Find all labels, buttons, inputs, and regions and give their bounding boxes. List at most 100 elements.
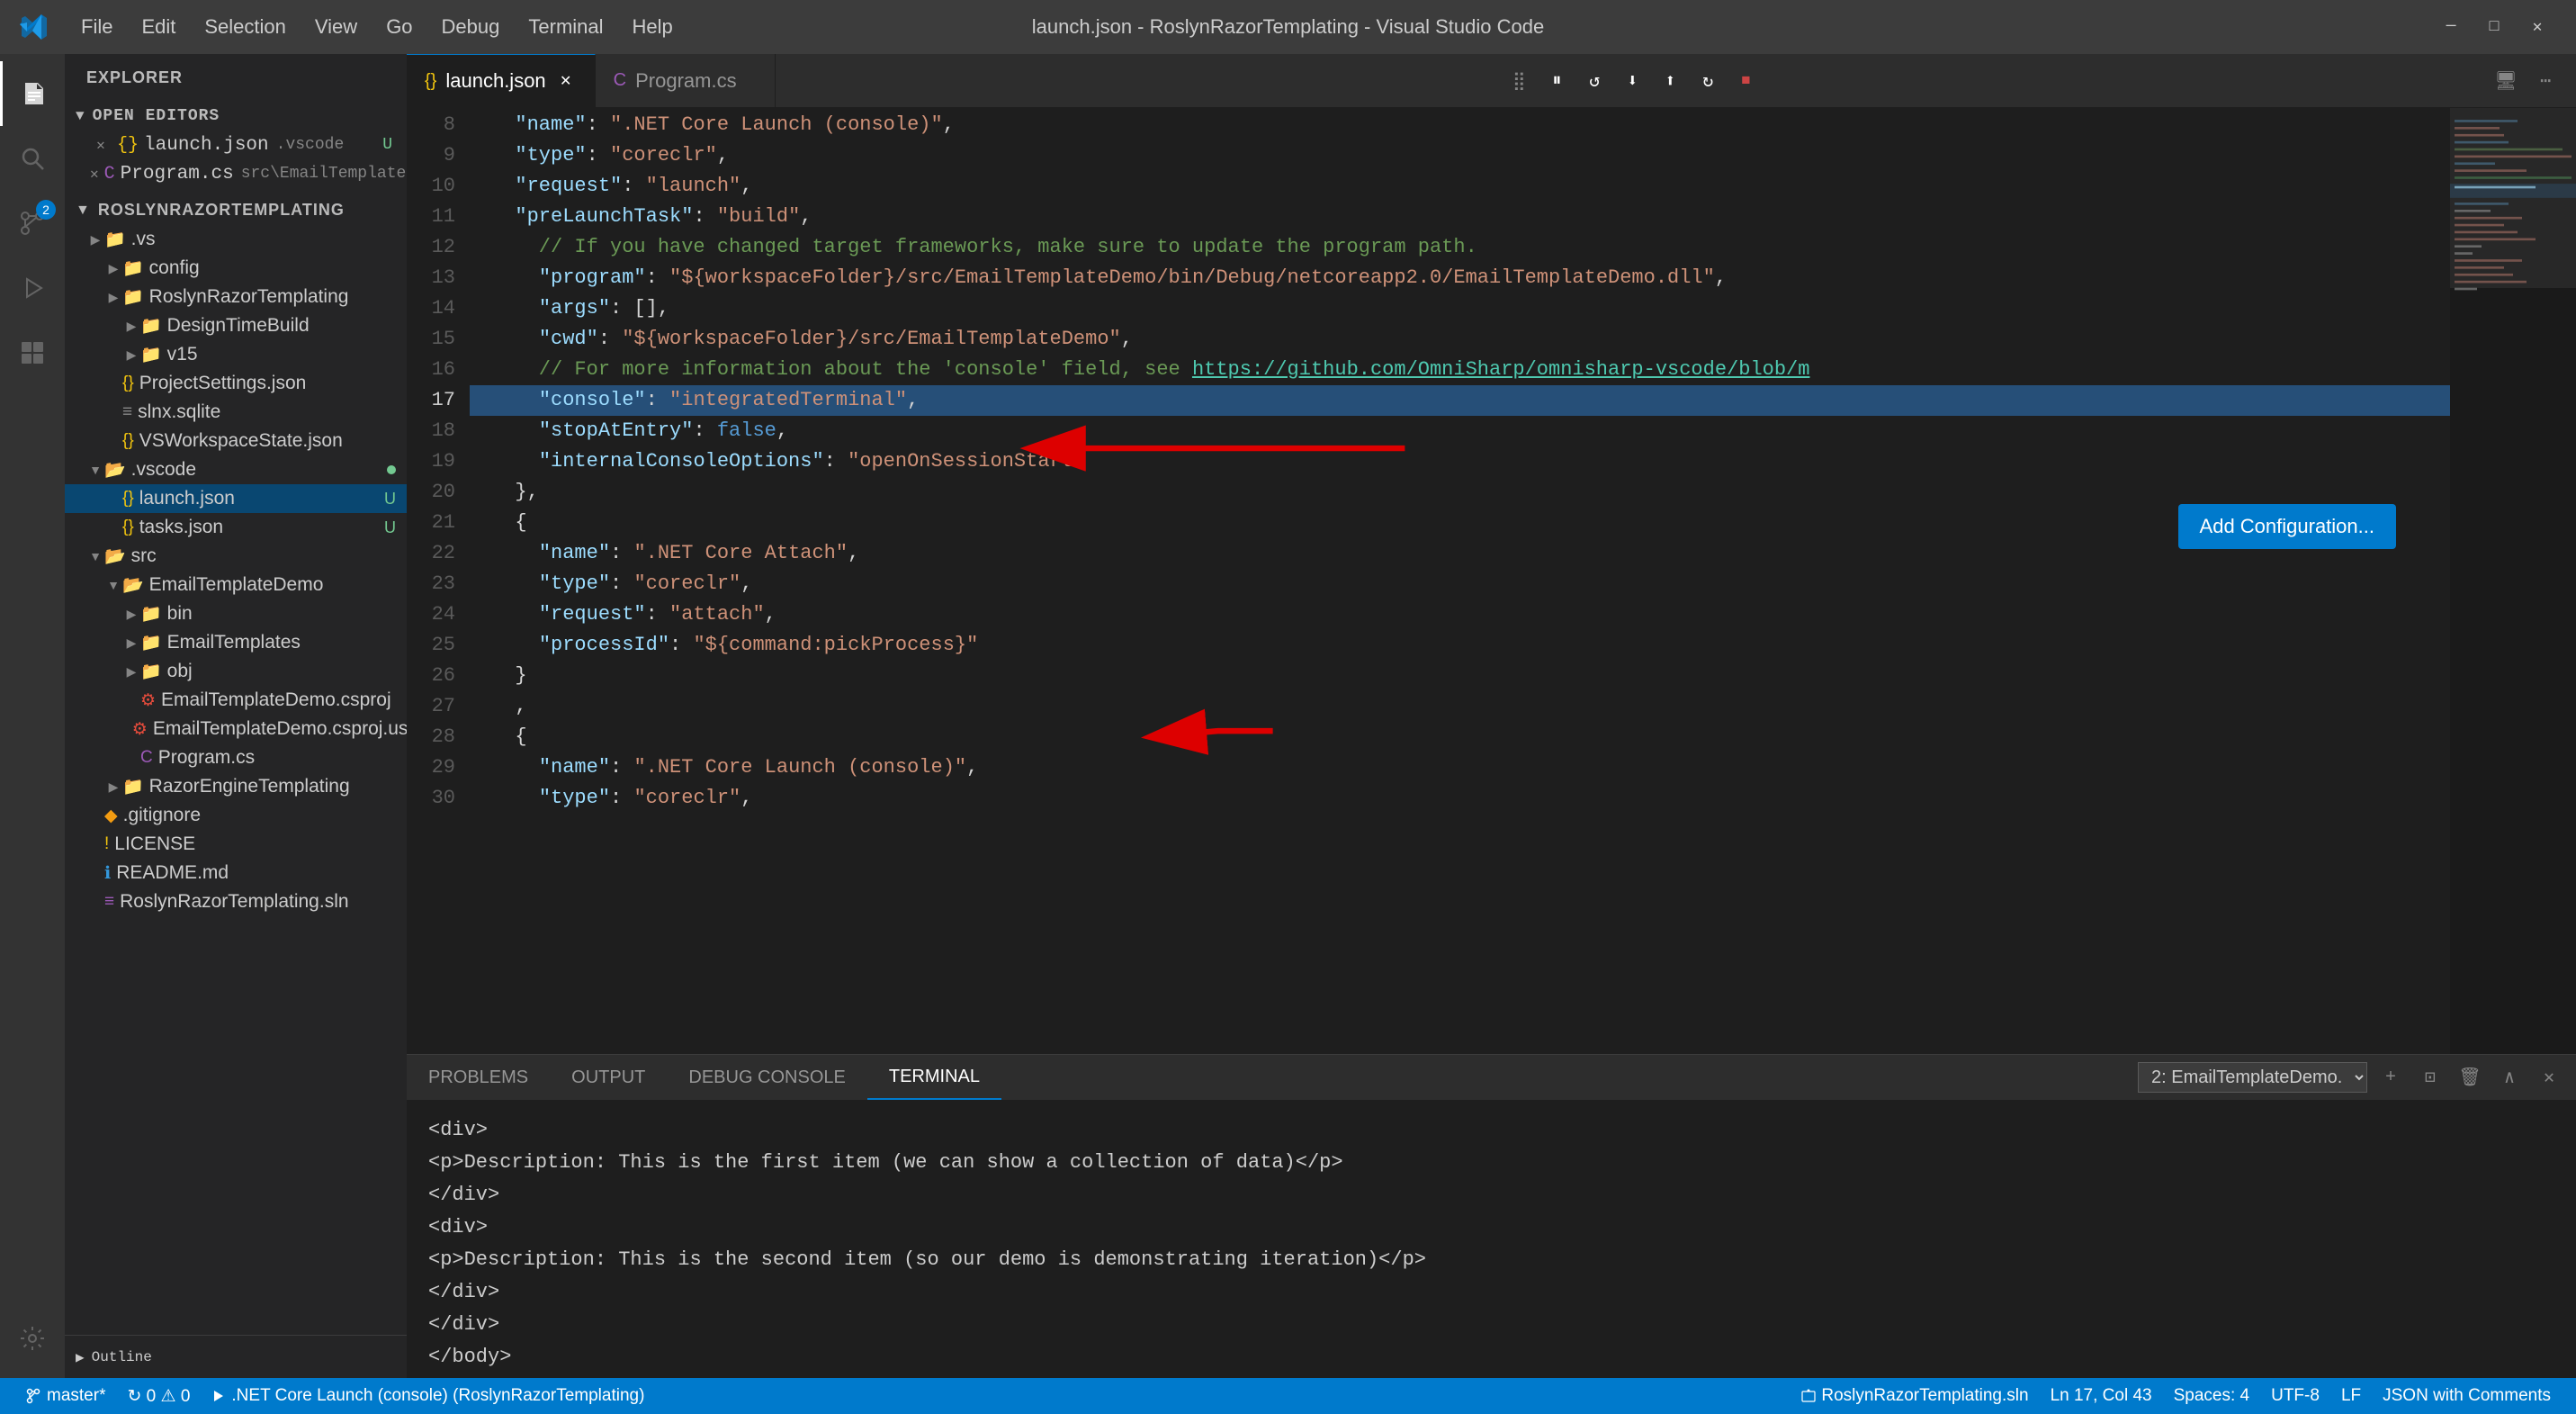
- tree-item-emailtemplatedemo[interactable]: ▼ 📂 EmailTemplateDemo: [65, 571, 407, 599]
- tab-program-cs[interactable]: C Program.cs: [596, 54, 776, 107]
- continue-button[interactable]: ↻: [1692, 65, 1724, 97]
- activity-bar: 2: [0, 54, 65, 1378]
- restart-button[interactable]: ↺: [1578, 65, 1611, 97]
- split-terminal-button[interactable]: ⊡: [2414, 1061, 2446, 1094]
- pause-button[interactable]: ⏸: [1540, 65, 1573, 97]
- tree-item-tasks-json[interactable]: ▶ {} tasks.json U: [65, 513, 407, 542]
- encoding[interactable]: UTF-8: [2260, 1378, 2330, 1414]
- remote-button[interactable]: 🖥: [2490, 65, 2522, 97]
- code-line-26: }: [470, 661, 2450, 691]
- minimize-button[interactable]: ─: [2430, 9, 2472, 45]
- sync-status[interactable]: ↻ 0 ⚠ 0: [116, 1378, 201, 1414]
- tree-item-bin[interactable]: ▶ 📁 bin: [65, 599, 407, 628]
- code-line-8: "name": ".NET Core Launch (console)",: [470, 110, 2450, 140]
- code-editor[interactable]: "name": ".NET Core Launch (console)", "t…: [470, 108, 2450, 1054]
- terminal-content[interactable]: <div> <p>Description: This is the first …: [407, 1100, 2576, 1378]
- menu-selection[interactable]: Selection: [192, 12, 299, 42]
- tree-item-roslyn[interactable]: ▶ 📁 RoslynRazorTemplating: [65, 283, 407, 311]
- cursor-position[interactable]: Ln 17, Col 43: [2040, 1378, 2163, 1414]
- tree-item-csproj[interactable]: ▶ ⚙ EmailTemplateDemo.csproj: [65, 686, 407, 715]
- step-into-button[interactable]: ⬇: [1616, 65, 1648, 97]
- folder-open-icon: 📂: [104, 459, 126, 481]
- panel-tab-output[interactable]: OUTPUT: [550, 1055, 667, 1100]
- activity-explorer[interactable]: [0, 61, 65, 126]
- line-ending[interactable]: LF: [2330, 1378, 2372, 1414]
- activity-search[interactable]: [0, 126, 65, 191]
- project-name[interactable]: RoslynRazorTemplating.sln: [1791, 1378, 2039, 1414]
- menu-debug[interactable]: Debug: [429, 12, 513, 42]
- code-line-10: "request": "launch",: [470, 171, 2450, 202]
- menu-terminal[interactable]: Terminal: [516, 12, 615, 42]
- folder-arrow: ▶: [122, 607, 140, 622]
- close-panel-button[interactable]: ✕: [2533, 1061, 2565, 1094]
- more-actions-button[interactable]: ⋯: [2529, 65, 2562, 97]
- indentation[interactable]: Spaces: 4: [2163, 1378, 2261, 1414]
- tree-item-vsworkspace[interactable]: ▶ {} VSWorkspaceState.json: [65, 427, 407, 455]
- tree-item-license[interactable]: ▶ ! LICENSE: [65, 830, 407, 859]
- code-line-24: "request": "attach",: [470, 599, 2450, 630]
- menu-edit[interactable]: Edit: [129, 12, 188, 42]
- tree-item-razorengine[interactable]: ▶ 📁 RazorEngineTemplating: [65, 772, 407, 801]
- outline-arrow: ▶: [76, 1348, 85, 1366]
- tree-item-v15[interactable]: ▶ 📁 v15: [65, 340, 407, 369]
- project-toggle[interactable]: ▼ ROSLYNRAZORTEMPLATING: [65, 195, 407, 225]
- add-configuration-button[interactable]: Add Configuration...: [2178, 504, 2396, 549]
- close-icon[interactable]: ✕: [90, 163, 99, 185]
- panel-tab-problems[interactable]: PROBLEMS: [407, 1055, 550, 1100]
- split-editor-button[interactable]: ⣿: [1503, 65, 1535, 97]
- tree-item-readme[interactable]: ▶ ℹ README.md: [65, 859, 407, 887]
- settings-icon[interactable]: [0, 1306, 65, 1371]
- step-out-button[interactable]: ⬆: [1654, 65, 1686, 97]
- git-branch[interactable]: master*: [14, 1378, 116, 1414]
- menu-help[interactable]: Help: [620, 12, 686, 42]
- tree-label: README.md: [116, 862, 407, 884]
- terminal-selector[interactable]: 2: EmailTemplateDemo.: [2138, 1062, 2367, 1093]
- language-mode[interactable]: JSON with Comments: [2372, 1378, 2562, 1414]
- project-arrow: ▼: [76, 203, 91, 219]
- activity-source-control[interactable]: 2: [0, 191, 65, 256]
- tree-item-src[interactable]: ▼ 📂 src: [65, 542, 407, 571]
- code-line-14: "args": [],: [470, 293, 2450, 324]
- tree-item-designtime[interactable]: ▶ 📁 DesignTimeBuild: [65, 311, 407, 340]
- panel-area: PROBLEMS OUTPUT DEBUG CONSOLE TERMINAL 2…: [407, 1054, 2576, 1378]
- new-terminal-button[interactable]: +: [2374, 1061, 2407, 1094]
- close-button[interactable]: ✕: [2517, 9, 2558, 45]
- tree-item-sqlite[interactable]: ▶ ≡ slnx.sqlite: [65, 398, 407, 427]
- panel-tab-terminal[interactable]: TERMINAL: [867, 1055, 1001, 1100]
- tree-item-vscode[interactable]: ▼ 📂 .vscode: [65, 455, 407, 484]
- open-editor-name: launch.json: [144, 135, 269, 156]
- tree-item-gitignore[interactable]: ▶ ◆ .gitignore: [65, 801, 407, 830]
- close-icon[interactable]: ✕: [90, 134, 112, 156]
- kill-terminal-button[interactable]: 🗑: [2454, 1061, 2486, 1094]
- git-icon: ◆: [104, 806, 118, 826]
- panel-tab-debug-console[interactable]: DEBUG CONSOLE: [667, 1055, 866, 1100]
- project-label: ROSLYNRAZORTEMPLATING: [98, 201, 345, 220]
- user-icon: ⚙: [132, 719, 148, 740]
- open-editor-program-cs[interactable]: ✕ C Program.cs src\EmailTemplateDemo: [65, 159, 407, 188]
- activity-extensions[interactable]: [0, 320, 65, 385]
- tree-item-launch-json[interactable]: ▶ {} launch.json U: [65, 484, 407, 513]
- maximize-button[interactable]: □: [2473, 9, 2515, 45]
- menu-view[interactable]: View: [302, 12, 370, 42]
- tree-item-vs[interactable]: ▶ 📁 .vs: [65, 225, 407, 254]
- open-editor-launch-json[interactable]: ✕ {} launch.json .vscode U: [65, 131, 407, 159]
- outline-section[interactable]: ▶ Outline: [65, 1335, 407, 1378]
- stop-button[interactable]: ⏹: [1729, 65, 1762, 97]
- tab-launch-json[interactable]: {} launch.json ✕: [407, 54, 596, 107]
- maximize-panel-button[interactable]: ∧: [2493, 1061, 2526, 1094]
- tree-item-sln[interactable]: ▶ ≡ RoslynRazorTemplating.sln: [65, 887, 407, 916]
- activity-debug[interactable]: [0, 256, 65, 320]
- tab-close-button[interactable]: ✕: [555, 70, 577, 92]
- csproj-icon: ⚙: [140, 690, 156, 711]
- tree-item-csproj-user[interactable]: ▶ ⚙ EmailTemplateDemo.csproj.user: [65, 715, 407, 743]
- menu-go[interactable]: Go: [373, 12, 425, 42]
- tree-item-config[interactable]: ▶ 📁 config: [65, 254, 407, 283]
- tree-label: .gitignore: [123, 805, 407, 826]
- tree-item-projectsettings[interactable]: ▶ {} ProjectSettings.json: [65, 369, 407, 398]
- open-editors-toggle[interactable]: ▼ Open Editors: [65, 102, 407, 131]
- tree-item-obj[interactable]: ▶ 📁 obj: [65, 657, 407, 686]
- tree-item-emailtemplates[interactable]: ▶ 📁 EmailTemplates: [65, 628, 407, 657]
- menu-file[interactable]: File: [68, 12, 125, 42]
- debug-config[interactable]: .NET Core Launch (console) (RoslynRazorT…: [201, 1378, 655, 1414]
- tree-item-program-cs[interactable]: ▶ C Program.cs: [65, 743, 407, 772]
